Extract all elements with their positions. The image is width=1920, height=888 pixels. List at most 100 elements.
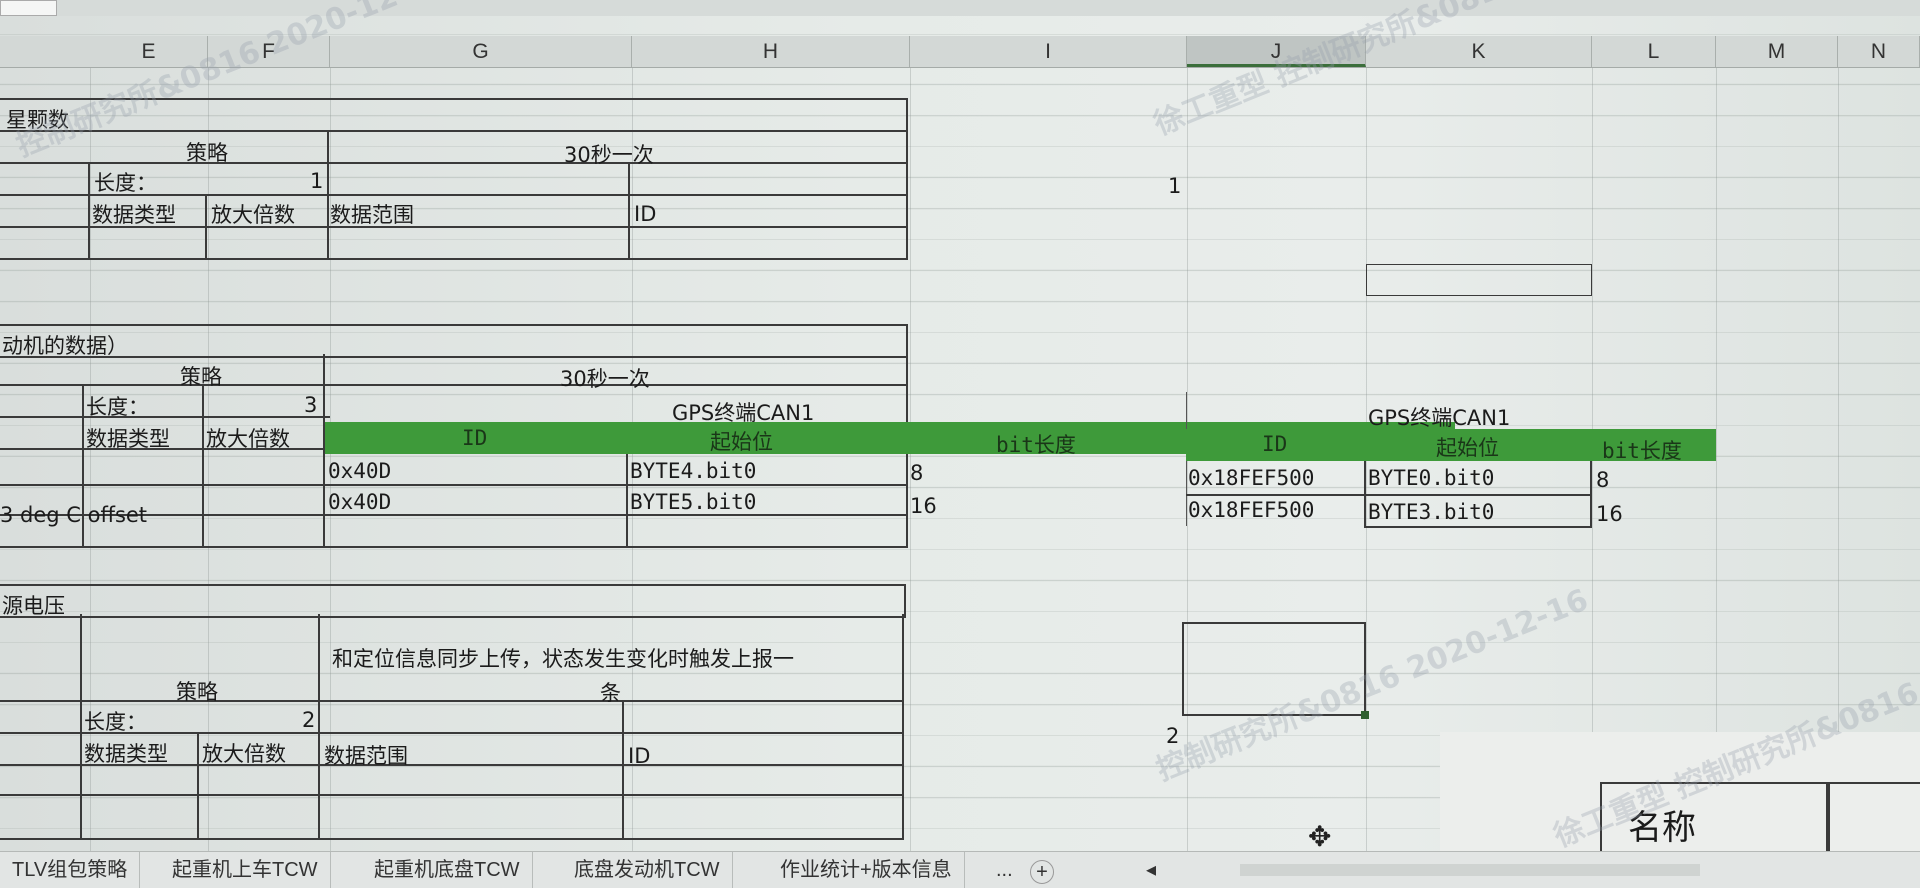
row1-id: 0x40D	[328, 459, 392, 483]
section3-title-cell[interactable]: 源电压	[0, 584, 906, 618]
right-row2-start: BYTE3.bit0	[1368, 500, 1495, 524]
header-start-left: 起始位	[710, 430, 773, 454]
column-header-e[interactable]: E	[90, 36, 208, 67]
name-box-button[interactable]	[0, 0, 57, 16]
side-number-1: 1	[1168, 174, 1182, 198]
section2-title: 动机的数据）	[2, 334, 128, 358]
section2-title-cell[interactable]: 动机的数据）	[0, 324, 908, 358]
section1-strategy-value: 30秒一次	[564, 143, 654, 167]
sheet-tab-5[interactable]: 作业统计+版本信息	[768, 852, 965, 888]
sheet-tab-4[interactable]: 底盘发动机TCW	[562, 852, 733, 888]
section1-range-label: 数据范围	[330, 203, 414, 227]
table-border	[0, 384, 908, 386]
sheet-tab-2[interactable]: 起重机上车TCW	[160, 852, 331, 888]
table-border	[0, 794, 904, 796]
table-border	[197, 732, 199, 840]
section3-length-value: 2	[302, 708, 316, 732]
name-label-box[interactable]: 名称	[1600, 782, 1830, 862]
section2-length-label: 长度：	[86, 395, 149, 419]
section1-title: 星颗数	[6, 108, 69, 132]
section2-scale-label: 放大倍数	[206, 427, 290, 451]
section3-strategy-value-line1: 和定位信息同步上传，状态发生变化时触发上报一	[332, 647, 794, 671]
header-start-right: 起始位	[1436, 436, 1499, 460]
row1-start: BYTE4.bit0	[630, 459, 757, 483]
column-header-j[interactable]: J	[1187, 36, 1366, 67]
right-row1-bitlen: 8	[1596, 468, 1610, 492]
section1-title-cell[interactable]: 星颗数	[0, 98, 908, 132]
horizontal-scrollbar[interactable]	[1240, 864, 1700, 876]
column-header-row: E F G H I J K L M N	[0, 36, 1920, 68]
row1-bitlen: 8	[910, 461, 924, 485]
right-row2-bitlen: 16	[1596, 502, 1623, 526]
sheet-tab-3[interactable]: 起重机底盘TCW	[362, 852, 533, 888]
section3-datatype-label: 数据类型	[84, 742, 168, 766]
table-border	[318, 614, 320, 840]
column-header-l[interactable]: L	[1592, 36, 1716, 67]
header-id-left: ID	[462, 426, 488, 450]
table-border	[1366, 526, 1592, 528]
section2-strategy-value: 30秒一次	[560, 367, 650, 391]
header-bitlen-left: bit长度	[996, 433, 1076, 457]
table-border	[906, 130, 908, 260]
spreadsheet-view[interactable]: E F G H I J K L M N 星颗数 策略 30秒一次 长度： 1 数…	[0, 0, 1920, 887]
section3-strategy-label: 策略	[176, 680, 218, 704]
table-border	[1590, 461, 1592, 528]
selected-cell-box[interactable]	[1366, 264, 1592, 296]
table-border	[902, 614, 904, 840]
header-bitlen-right: bit长度	[1602, 439, 1682, 463]
more-tabs[interactable]: ...	[984, 852, 1025, 888]
column-header-n[interactable]: N	[1838, 36, 1920, 67]
can-title-right: GPS终端CAN1	[1368, 406, 1511, 430]
active-selection-box[interactable]	[1182, 622, 1369, 719]
section1-length-value: 1	[310, 169, 324, 193]
column-header-i[interactable]: I	[910, 36, 1187, 67]
toolbar-strip	[0, 0, 1920, 16]
fill-handle[interactable]	[1361, 711, 1369, 719]
section1-scale-label: 放大倍数	[211, 203, 295, 227]
section3-strategy-value-line2: 条	[600, 681, 621, 705]
table-border	[88, 162, 90, 260]
table-border	[202, 384, 204, 546]
table-border	[0, 546, 908, 548]
table-border	[0, 838, 904, 840]
gridline	[1716, 36, 1717, 852]
section2-length-value: 3	[304, 393, 318, 417]
table-border	[1364, 461, 1366, 528]
right-row1-start: BYTE0.bit0	[1368, 466, 1495, 490]
section1-length-label: 长度：	[94, 171, 157, 195]
row2-id: 0x40D	[328, 490, 392, 514]
table-border	[0, 416, 330, 418]
right-row1-id: 0x18FEF500	[1188, 466, 1315, 490]
section1-datatype-label: 数据类型	[92, 203, 176, 227]
section1-id-label: ID	[634, 202, 657, 226]
table-border	[0, 258, 908, 260]
section3-title: 源电压	[2, 594, 65, 618]
section3-scale-label: 放大倍数	[202, 742, 286, 766]
table-border	[0, 484, 908, 486]
add-sheet-button[interactable]: +	[1030, 860, 1054, 884]
table-border	[327, 130, 329, 260]
table-border	[0, 162, 908, 164]
sheet-tab-1[interactable]: TLV组包策略	[0, 852, 141, 888]
column-header-k[interactable]: K	[1366, 36, 1592, 67]
scroll-left-icon[interactable]: ◂	[1134, 852, 1168, 888]
section3-range-label: 数据范围	[324, 744, 408, 768]
row2-bitlen: 16	[910, 494, 937, 518]
sheet-tab-bar: TLV组包策略 起重机上车TCW 起重机底盘TCW 底盘发动机TCW 作业统计+…	[0, 851, 1920, 888]
table-border	[80, 614, 82, 840]
row2-start: BYTE5.bit0	[630, 490, 757, 514]
column-header-f[interactable]: F	[208, 36, 330, 67]
table-border	[622, 700, 624, 840]
table-border	[1186, 494, 1592, 496]
column-header-m[interactable]: M	[1716, 36, 1838, 67]
right-row2-id: 0x18FEF500	[1188, 498, 1315, 522]
column-header-g[interactable]: G	[330, 36, 632, 67]
move-cursor-icon: ✥	[1308, 820, 1332, 853]
gridline	[1838, 36, 1839, 852]
name-label: 名称	[1628, 808, 1696, 848]
section3-length-label: 长度：	[84, 710, 147, 734]
column-header-h[interactable]: H	[632, 36, 910, 67]
name-value-box[interactable]	[1826, 782, 1920, 862]
section1-strategy-label: 策略	[186, 141, 228, 165]
offset-text: 3 deg C offset	[0, 503, 148, 527]
